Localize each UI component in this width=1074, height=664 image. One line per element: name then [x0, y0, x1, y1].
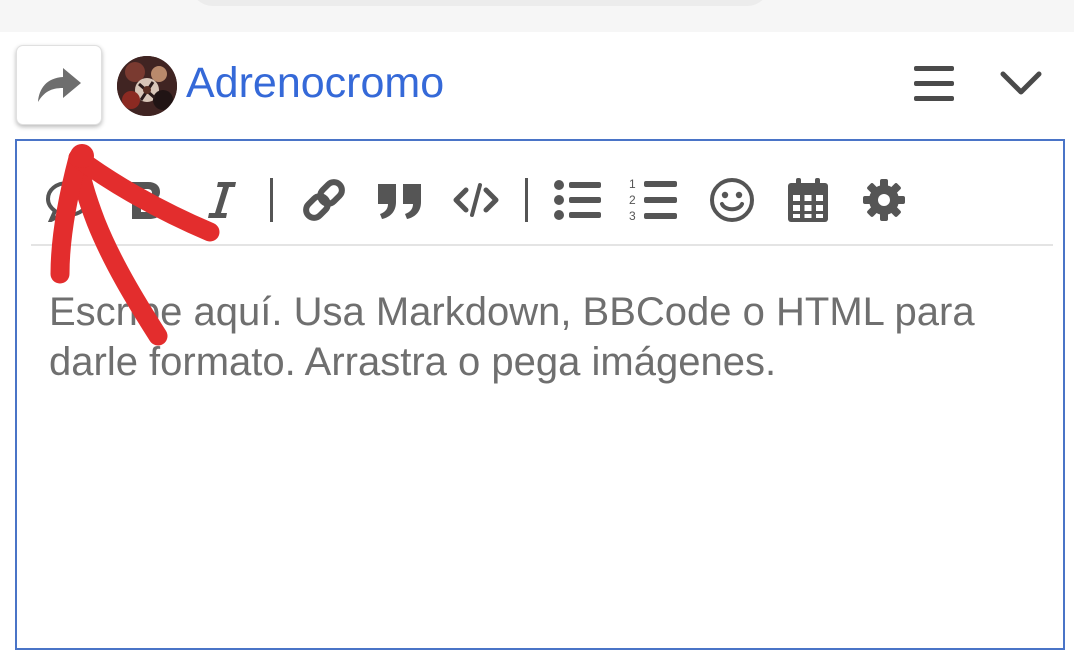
code-button[interactable] [451, 175, 501, 225]
toolbar-divider [31, 244, 1053, 246]
hamburger-menu-icon[interactable] [912, 62, 956, 106]
share-arrow-icon [38, 68, 81, 102]
bold-button[interactable] [121, 175, 171, 225]
composer-header: Adrenocromo [0, 32, 1074, 136]
numbered-list-button[interactable]: 1 2 3 [629, 175, 679, 225]
smiley-icon [710, 178, 754, 222]
numbered-list-icon: 1 2 3 [629, 177, 677, 223]
bullet-list-icon [554, 180, 601, 220]
link-button[interactable] [299, 175, 349, 225]
reply-target-button[interactable] [16, 45, 102, 125]
blockquote-button[interactable] [375, 175, 425, 225]
bold-icon [132, 182, 162, 219]
quote-icon [378, 184, 421, 219]
avatar[interactable] [117, 56, 177, 116]
gear-icon [863, 179, 905, 221]
svg-text:1: 1 [629, 177, 636, 191]
composer-editor: 1 2 3 Escribe aquí. Usa Markdown, BBCode… [15, 139, 1065, 650]
italic-icon [208, 182, 236, 218]
editor-textarea[interactable]: Escribe aquí. Usa Markdown, BBCode o HTM… [49, 287, 1039, 387]
code-icon [453, 183, 499, 217]
composer-screen: Adrenocromo 1 2 3 Escribe aquí. Usa Mark… [0, 0, 1074, 664]
calendar-icon [788, 178, 828, 222]
toolbar-separator [525, 178, 528, 222]
bulleted-list-button[interactable] [553, 175, 603, 225]
link-icon [303, 179, 345, 221]
quote-post-button[interactable] [43, 175, 93, 225]
top-search-bar[interactable] [190, 0, 770, 6]
chevron-down-icon[interactable] [998, 64, 1044, 104]
username-link[interactable]: Adrenocromo [186, 54, 444, 112]
top-strip [0, 0, 1074, 32]
avatar-image [117, 56, 177, 116]
toolbar-separator [270, 178, 273, 222]
emoji-button[interactable] [707, 175, 757, 225]
italic-button[interactable] [197, 175, 247, 225]
insert-date-button[interactable] [783, 175, 833, 225]
svg-text:3: 3 [629, 209, 636, 223]
speech-bubble-icon [45, 180, 91, 222]
svg-text:2: 2 [629, 193, 636, 207]
options-button[interactable] [859, 175, 909, 225]
editor-toolbar: 1 2 3 [17, 141, 1063, 246]
